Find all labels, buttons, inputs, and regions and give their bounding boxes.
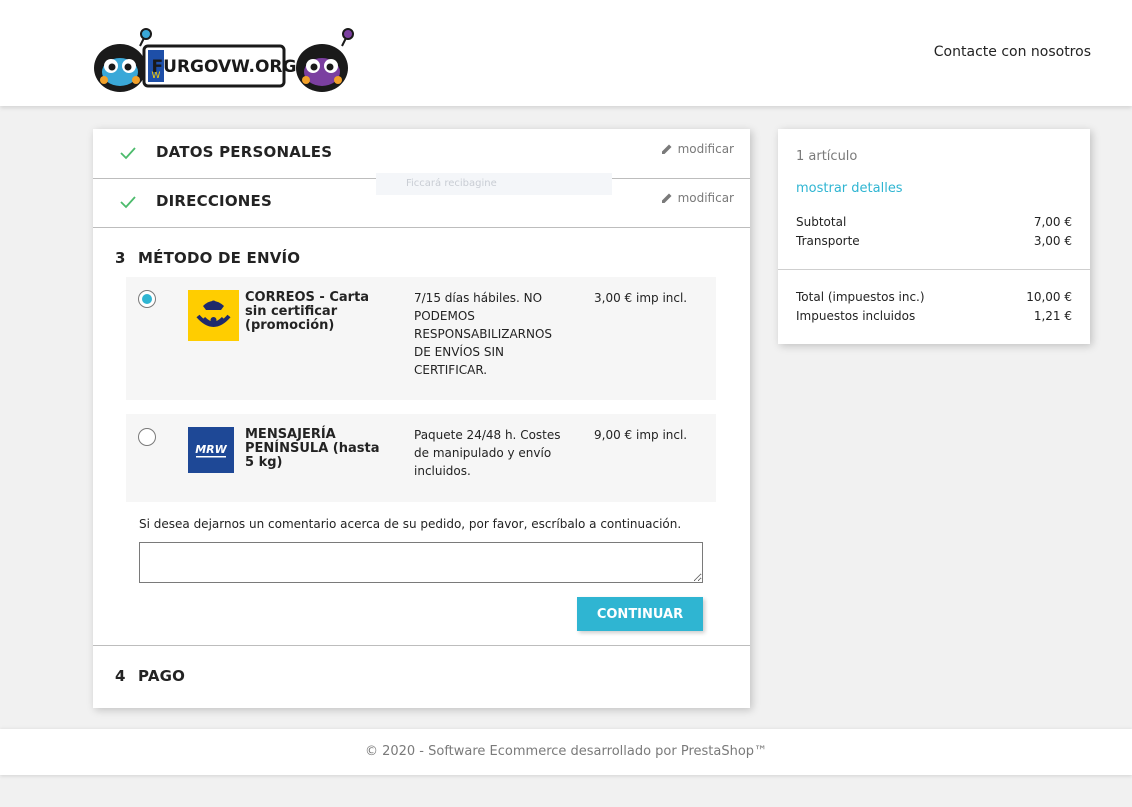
carrier-price: 3,00 € imp incl. bbox=[594, 291, 688, 305]
carrier-radio[interactable] bbox=[138, 290, 156, 308]
summary-divider bbox=[778, 269, 1090, 270]
carrier-delay: Paquete 24/48 h. Costes de manipulado y … bbox=[414, 428, 561, 478]
license-plate-icon: W FURGOVW.ORG bbox=[142, 44, 297, 88]
cart-summary: 1 artículo mostrar detalles Subtotal 7,0… bbox=[778, 129, 1090, 344]
step-shipping-method: 3 MÉTODO DE ENVÍO CORREOS - Carta sin ce… bbox=[93, 227, 750, 646]
comment-label: Si desea dejarnos un comentario acerca d… bbox=[139, 517, 682, 531]
pencil-icon bbox=[661, 144, 672, 154]
svg-text:MRW: MRW bbox=[195, 443, 227, 456]
contact-link[interactable]: Contacte con nosotros bbox=[934, 44, 1091, 60]
carrier-option-correos[interactable]: CORREOS - Carta sin certificar (promoció… bbox=[126, 277, 716, 400]
carrier-option-mrw[interactable]: MRW MENSAJERÍA PENÍNSULA (hasta 5 kg) Pa… bbox=[126, 414, 716, 502]
svg-text:FURGOVW.ORG: FURGOVW.ORG bbox=[152, 57, 297, 77]
step-title: PAGO bbox=[138, 667, 186, 685]
right-mascot-icon bbox=[296, 28, 354, 92]
step-number: 3 bbox=[115, 249, 126, 267]
carrier-radio[interactable] bbox=[138, 428, 156, 446]
mrw-logo-icon: MRW bbox=[188, 427, 234, 473]
edit-personal-info-link[interactable]: modificar bbox=[661, 142, 734, 156]
subtotal-row: Subtotal 7,00 € bbox=[796, 215, 1072, 229]
step-number: 4 bbox=[115, 667, 126, 685]
step-personal-info[interactable]: DATOS PERSONALES modificar bbox=[93, 129, 750, 179]
shipping-row: Transporte 3,00 € bbox=[796, 234, 1072, 248]
carrier-price: 9,00 € imp incl. bbox=[594, 428, 688, 442]
ghost-overlay: Ficcará recibagine bbox=[376, 173, 612, 195]
step-title: DIRECCIONES bbox=[156, 192, 272, 210]
pencil-icon bbox=[661, 193, 672, 203]
furgovw-logo[interactable]: W FURGOVW.ORG bbox=[92, 26, 358, 96]
step-payment[interactable]: 4 PAGO bbox=[93, 646, 750, 708]
check-icon bbox=[120, 196, 136, 209]
carrier-name: CORREOS - Carta sin certificar (promoció… bbox=[245, 290, 370, 333]
show-details-link[interactable]: mostrar detalles bbox=[796, 181, 903, 196]
edit-addresses-link[interactable]: modificar bbox=[661, 191, 734, 205]
carrier-delay: 7/15 días hábiles. NO PODEMOS RESPONSABI… bbox=[414, 291, 553, 377]
total-row: Total (impuestos inc.) 10,00 € bbox=[796, 290, 1072, 304]
step-title: MÉTODO DE ENVÍO bbox=[138, 249, 301, 267]
step-title: DATOS PERSONALES bbox=[156, 143, 333, 161]
site-header: W FURGOVW.ORG Contacte con nosotros bbox=[0, 0, 1132, 106]
site-footer: © 2020 - Software Ecommerce desarrollado… bbox=[0, 729, 1132, 775]
check-icon bbox=[120, 147, 136, 160]
continue-button[interactable]: CONTINUAR bbox=[577, 597, 703, 631]
checkout-steps: DATOS PERSONALES modificar DIRECCIONES m… bbox=[93, 129, 750, 708]
left-mascot-icon bbox=[94, 28, 152, 92]
correos-logo-icon bbox=[188, 290, 239, 341]
items-count: 1 artículo bbox=[796, 149, 858, 164]
taxes-row: Impuestos incluidos 1,21 € bbox=[796, 309, 1072, 323]
order-comment-input[interactable] bbox=[139, 542, 703, 583]
footer-copyright: © 2020 - Software Ecommerce desarrollado… bbox=[364, 744, 768, 759]
carrier-name: MENSAJERÍA PENÍNSULA (hasta 5 kg) bbox=[245, 427, 380, 470]
